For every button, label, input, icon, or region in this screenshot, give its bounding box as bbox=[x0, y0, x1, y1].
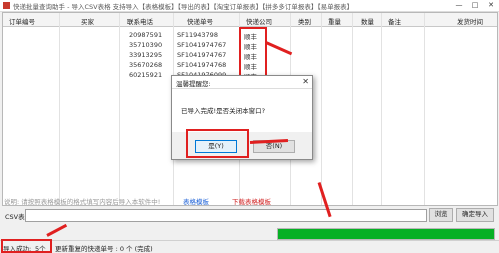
progress-fill bbox=[278, 229, 494, 239]
download-template-link[interactable]: 下载表格模板 bbox=[232, 196, 271, 206]
column-divider bbox=[59, 13, 60, 205]
annotation-arrow bbox=[46, 223, 68, 237]
highlight-box bbox=[239, 27, 267, 79]
minimize-button[interactable]: — bbox=[451, 0, 467, 11]
column-divider bbox=[424, 13, 425, 205]
dialog-title-bar: 温馨提醒您: ✕ bbox=[172, 76, 312, 89]
window-title: 快递批量查询助手 - 导入CSV表格 支持导入【表格模板】【导出的表】【淘宝订单… bbox=[13, 3, 354, 11]
cell-tracking[interactable]: SF1041974768 bbox=[177, 61, 226, 69]
header-ship-time[interactable]: 发货时间 bbox=[457, 16, 483, 26]
cell-phone[interactable]: 35710390 bbox=[129, 41, 162, 49]
highlight-box bbox=[1, 239, 52, 253]
cell-phone[interactable]: 60215921 bbox=[129, 71, 162, 79]
header-company[interactable]: 快递公司 bbox=[246, 16, 272, 26]
cell-tracking[interactable]: SF1041974767 bbox=[177, 51, 226, 59]
template-link[interactable]: 表格模板 bbox=[183, 196, 209, 206]
header-note[interactable]: 备注 bbox=[388, 16, 401, 26]
header-weight[interactable]: 重量 bbox=[328, 16, 341, 26]
header-order-id[interactable]: 订单编号 bbox=[9, 16, 35, 26]
header-quantity[interactable]: 数量 bbox=[361, 16, 374, 26]
column-divider bbox=[321, 13, 322, 205]
column-divider bbox=[381, 13, 382, 205]
browse-button[interactable]: 浏览 bbox=[429, 208, 453, 222]
header-buyer[interactable]: 买家 bbox=[81, 16, 94, 26]
cell-tracking[interactable]: SF1041974767 bbox=[177, 41, 226, 49]
dialog-close-icon[interactable]: ✕ bbox=[302, 77, 309, 86]
title-bar: 快递批量查询助手 - 导入CSV表格 支持导入【表格模板】【导出的表】【淘宝订单… bbox=[0, 0, 499, 12]
info-bar: 说明: 请按照表格模板的格式填写内容后导入本软件中! 表格模板 下载表格模板 bbox=[2, 196, 496, 206]
header-tracking[interactable]: 快递单号 bbox=[187, 16, 213, 26]
cell-phone[interactable]: 33913295 bbox=[129, 51, 162, 59]
table-header: 订单编号 买家 联系电话 快递单号 快递公司 类别 重量 数量 备注 发货时间 bbox=[3, 13, 497, 27]
info-text: 说明: 请按照表格模板的格式填写内容后导入本软件中! bbox=[4, 198, 161, 206]
maximize-button[interactable]: □ bbox=[467, 0, 483, 11]
cell-tracking[interactable]: SF11943798 bbox=[177, 31, 218, 39]
header-phone[interactable]: 联系电话 bbox=[127, 16, 153, 26]
app-icon bbox=[3, 2, 10, 9]
cell-phone[interactable]: 20987591 bbox=[129, 31, 162, 39]
status-bar: 导入成功: 5个 更新重复的快递单号 : 0 个 (完成) bbox=[0, 240, 499, 253]
csv-path-input[interactable] bbox=[25, 209, 427, 222]
column-divider bbox=[352, 13, 353, 205]
dialog-title: 温馨提醒您: bbox=[176, 80, 211, 88]
cell-phone[interactable]: 35670268 bbox=[129, 61, 162, 69]
close-button[interactable]: ✕ bbox=[483, 0, 499, 11]
highlight-box bbox=[186, 129, 249, 158]
header-category[interactable]: 类别 bbox=[298, 16, 311, 26]
import-button[interactable]: 确定导入 bbox=[456, 208, 494, 222]
import-progress-bar bbox=[277, 228, 495, 240]
dialog-message: 已导入完成!是否关闭本窗口? bbox=[181, 107, 266, 115]
column-divider bbox=[119, 13, 120, 205]
